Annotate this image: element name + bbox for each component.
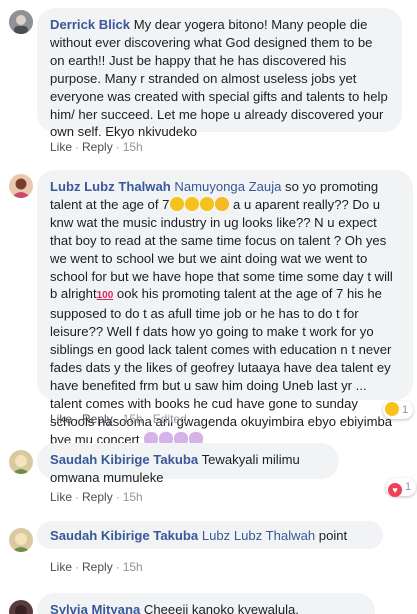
heart-reaction-icon: ♥ <box>388 483 402 497</box>
hundred-points-emoji-icon: 100 <box>96 290 114 302</box>
comment-time[interactable]: 15h <box>123 412 143 426</box>
comment-author[interactable]: Derrick Blick <box>50 17 130 32</box>
reply-link[interactable]: Reply <box>82 560 113 574</box>
reaction-count: 1 <box>405 481 412 493</box>
avatar[interactable] <box>9 528 33 552</box>
edited-label[interactable]: Edited <box>153 412 187 426</box>
avatar[interactable] <box>9 174 33 198</box>
avatar[interactable] <box>9 600 33 614</box>
comment-actions: Like · Reply · 15h <box>50 490 143 504</box>
grinning-emoji-icon <box>199 196 214 211</box>
avatar[interactable] <box>9 450 33 474</box>
comment-bubble: Derrick Blick My dear yogera bitono! Man… <box>37 8 402 139</box>
comment-bubble: Saudah Kibirige Takuba Lubz Lubz Thalwah… <box>37 521 383 549</box>
like-link[interactable]: Like <box>50 560 72 574</box>
comment-author[interactable]: Saudah Kibirige Takuba <box>50 452 198 467</box>
like-link[interactable]: Like <box>50 140 72 154</box>
comment-time[interactable]: 15h <box>123 560 143 574</box>
comment-author[interactable]: Sylvia Mityana <box>50 602 140 614</box>
comment-actions: Like · Reply · 15h · Edited <box>50 412 187 426</box>
reply-link[interactable]: Reply <box>82 140 113 154</box>
grinning-emoji-icon <box>184 196 199 211</box>
avatar[interactable] <box>9 10 33 34</box>
like-link[interactable]: Like <box>50 490 72 504</box>
mention-link[interactable]: Lubz Lubz Thalwah <box>202 528 315 543</box>
comment-actions: Like · Reply · 15h <box>50 140 143 154</box>
haha-reaction-icon <box>385 402 399 416</box>
like-link[interactable]: Like <box>50 412 72 426</box>
grinning-emoji-icon <box>169 196 184 211</box>
reply-link[interactable]: Reply <box>82 490 113 504</box>
comment-text: point <box>318 528 348 543</box>
comment-bubble: Saudah Kibirige Takuba Tewakyali milimu … <box>37 443 339 485</box>
reaction-badge[interactable]: 1 <box>383 401 414 419</box>
comment-author[interactable]: Saudah Kibirige Takuba <box>50 528 198 543</box>
comment-bubble: Lubz Lubz Thalwah Namuyonga Zauja so yo … <box>37 170 413 447</box>
comment-bubble: Sylvia Mityana Cheeeii kanoko kyewalula,… <box>37 593 375 614</box>
comment-time[interactable]: 15h <box>123 490 143 504</box>
comment-actions: Like · Reply · 15h <box>50 560 143 574</box>
comment-text: My dear yogera bitono! Many people die w… <box>50 17 388 140</box>
reaction-badge[interactable]: ♥ 1 <box>386 478 417 497</box>
thinking-emoji-icon <box>214 196 229 211</box>
reply-link[interactable]: Reply <box>82 412 113 426</box>
comment-author[interactable]: Lubz Lubz Thalwah <box>50 179 171 194</box>
mention-link[interactable]: Namuyonga Zauja <box>174 179 281 194</box>
comment-time[interactable]: 15h <box>123 140 143 154</box>
reaction-count: 1 <box>402 404 409 416</box>
